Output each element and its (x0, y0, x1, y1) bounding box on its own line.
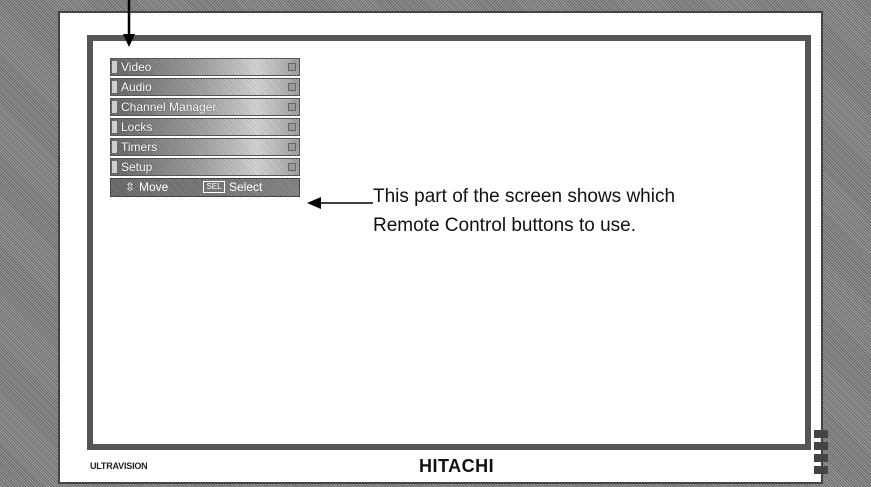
sel-button-icon: SEL (203, 181, 225, 193)
menu-marker-icon (112, 161, 117, 173)
hitachi-logo: HITACHI (419, 456, 495, 476)
menu-item-label: Locks (121, 120, 153, 134)
main-menu: Video Audio Channel Manager Locks Timers… (110, 58, 300, 197)
menu-end-icon (288, 83, 296, 91)
callout-text: This part of the screen shows which Remo… (373, 182, 793, 240)
pointer-arrow-icon (123, 0, 135, 47)
menu-item-channel-manager[interactable]: Channel Manager (110, 98, 300, 116)
menu-end-icon (288, 143, 296, 151)
tv-side-controls (798, 426, 828, 476)
menu-item-setup[interactable]: Setup (110, 158, 300, 176)
menu-end-icon (288, 103, 296, 111)
menu-marker-icon (112, 141, 117, 153)
menu-item-label: Setup (121, 160, 153, 174)
menu-item-label: Timers (121, 140, 158, 154)
callout-arrow-icon (307, 197, 373, 209)
callout-line-1: This part of the screen shows which (373, 186, 676, 207)
move-label: Move (139, 180, 169, 194)
move-arrows-icon: ⇳ (125, 180, 136, 194)
ultravision-logo: ULTRAVISION (90, 461, 148, 471)
tv-control-button[interactable] (814, 466, 828, 474)
menu-item-label: Video (121, 60, 152, 74)
menu-marker-icon (112, 61, 117, 73)
menu-marker-icon (112, 121, 117, 133)
menu-end-icon (288, 63, 296, 71)
menu-marker-icon (112, 101, 117, 113)
menu-item-video[interactable]: Video (110, 58, 300, 76)
menu-item-label: Channel Manager (121, 100, 217, 114)
menu-marker-icon (112, 81, 117, 93)
menu-end-icon (288, 123, 296, 131)
tv-control-button[interactable] (814, 430, 828, 438)
select-label: Select (229, 180, 263, 194)
tv-control-button[interactable] (814, 454, 828, 462)
menu-item-timers[interactable]: Timers (110, 138, 300, 156)
menu-item-audio[interactable]: Audio (110, 78, 300, 96)
menu-item-locks[interactable]: Locks (110, 118, 300, 136)
callout-line-2: Remote Control buttons to use. (373, 215, 636, 236)
remote-help-bar: ⇳ Move SEL Select (110, 178, 300, 197)
menu-end-icon (288, 163, 296, 171)
menu-item-label: Audio (121, 80, 152, 94)
tv-control-button[interactable] (814, 442, 828, 450)
